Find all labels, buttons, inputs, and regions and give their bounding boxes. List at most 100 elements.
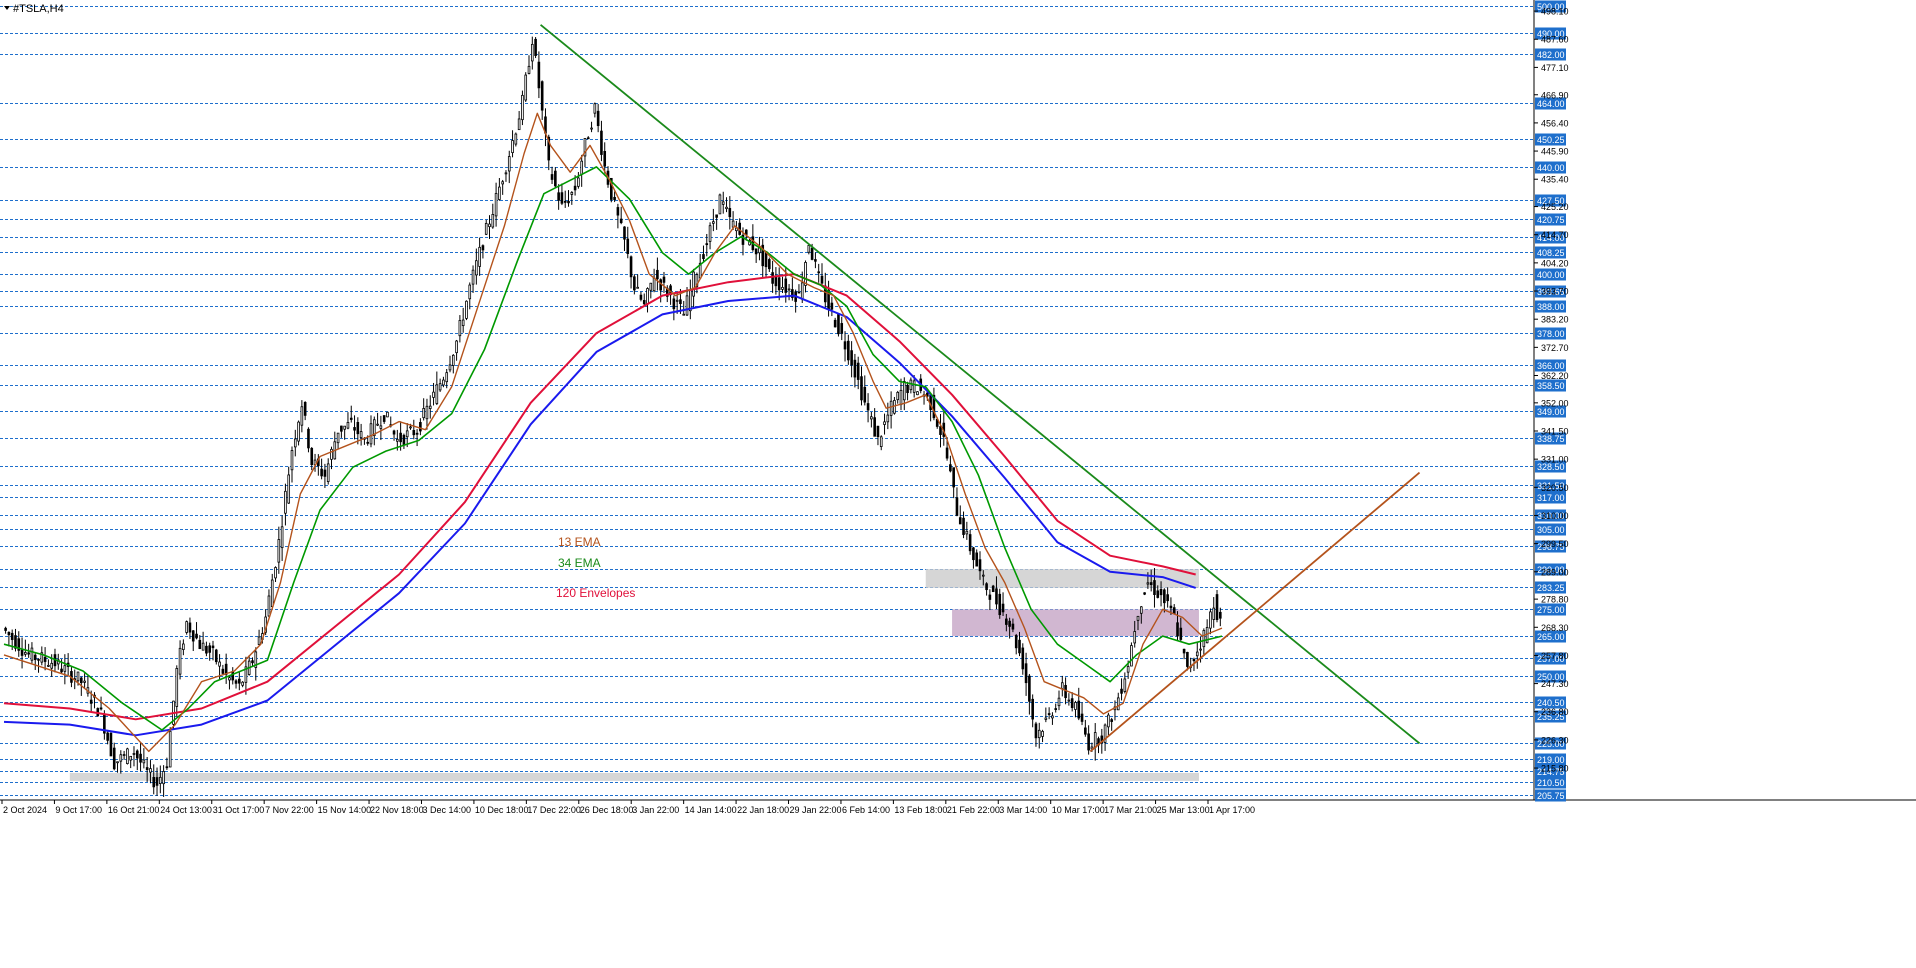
candle-body-348 (1149, 582, 1153, 585)
candle-body-241 (797, 291, 801, 294)
candle-body-56 (188, 622, 192, 633)
candle-body-36 (122, 754, 126, 756)
candle-body-310 (1024, 663, 1028, 684)
candle-body-115 (382, 415, 386, 422)
time-label-12: 3 Jan 22:00 (632, 805, 679, 815)
candle-body-215 (712, 221, 715, 224)
candle-body-246 (814, 259, 817, 262)
candle-body-295 (975, 552, 979, 567)
candle-body-5 (20, 649, 24, 656)
candle-body-293 (968, 534, 972, 552)
candle-body-196 (649, 282, 653, 291)
candle-body-203 (672, 298, 676, 310)
level-label-4: 450.25 (1537, 135, 1565, 145)
price-tick-label-18: 310.00 (1541, 511, 1569, 521)
candle-body-351 (1159, 588, 1163, 596)
price-tick-label-7: 425.20 (1541, 202, 1569, 212)
price-tick-label-2: 477.10 (1541, 63, 1569, 73)
price-chart[interactable]: 13 EMA 34 EMA 120 Envelopes 500.00 490.00… (0, 0, 1916, 963)
candle-body-93 (310, 448, 314, 466)
candle-body-236 (781, 287, 784, 290)
candle-body-364 (1202, 630, 1206, 648)
chart-canvas[interactable]: 13 EMA 34 EMA 120 Envelopes 500.00490.00… (0, 0, 1916, 963)
candle-body-313 (1034, 723, 1038, 739)
candle-body-49 (165, 766, 169, 769)
candle-body-160 (530, 43, 534, 62)
time-label-10: 17 Dec 22:00 (527, 805, 581, 815)
candle-body-63 (211, 645, 215, 649)
level-label-35: 210.50 (1537, 778, 1565, 788)
candle-body-104 (346, 422, 350, 429)
candle-body-327 (1080, 713, 1084, 722)
candle-body-32 (109, 732, 113, 757)
candle-body-343 (1133, 631, 1137, 644)
candle-body-39 (132, 753, 136, 755)
candle-body-206 (682, 313, 686, 316)
candle-body-22 (76, 671, 80, 682)
time-label-20: 10 Mar 17:00 (1052, 805, 1105, 815)
candle-body-157 (521, 94, 524, 121)
candle-body-289 (955, 497, 959, 516)
candle-body-312 (1031, 698, 1034, 720)
candle-body-168 (557, 192, 560, 201)
candle-body-10 (37, 658, 40, 661)
candle-body-33 (112, 747, 116, 770)
candle-body-1 (7, 631, 11, 636)
candle-body-267 (883, 421, 886, 425)
candle-body-44 (149, 768, 152, 773)
candle-body-149 (494, 193, 498, 217)
candle-body-154 (511, 140, 514, 154)
candle-body-14 (50, 662, 53, 669)
candle-body-191 (633, 276, 636, 291)
candle-body-162 (537, 61, 541, 89)
level-label-26: 275.00 (1537, 605, 1565, 615)
symbol-header: #TSLA,H4 (4, 3, 64, 15)
candle-body-187 (619, 218, 623, 224)
candle-body-159 (527, 65, 531, 74)
candle-body-127 (422, 408, 425, 419)
candle-body-97 (323, 469, 327, 477)
level-label-10: 400.00 (1537, 270, 1565, 280)
level-label-7: 420.75 (1537, 215, 1565, 225)
candle-body-178 (590, 127, 593, 130)
candle-body-193 (639, 294, 643, 300)
candle-body-294 (972, 547, 975, 561)
candle-body-317 (1047, 713, 1051, 715)
candle-body-26 (89, 699, 93, 704)
candle-body-296 (978, 559, 982, 572)
price-tick-label-5: 445.90 (1541, 147, 1569, 157)
candle-body-219 (725, 206, 728, 210)
candle-body-273 (902, 381, 906, 401)
candle-body-274 (906, 384, 909, 394)
candle-body-177 (586, 137, 590, 140)
candle-body-129 (428, 405, 432, 409)
candle-body-91 (303, 401, 307, 416)
candle-body-272 (899, 389, 903, 405)
price-tick-label-4: 456.40 (1541, 118, 1569, 128)
candle-body-260 (860, 376, 863, 401)
candle-body-101 (336, 432, 340, 444)
candle-body-119 (396, 438, 399, 442)
candle-body-303 (1001, 603, 1005, 613)
candle-body-238 (787, 288, 791, 291)
candle-body-256 (847, 340, 850, 361)
candle-body-307 (1014, 635, 1018, 649)
price-tick-label-15: 341.50 (1541, 427, 1569, 437)
candle-body-151 (501, 181, 504, 185)
legend-13-ema: 13 EMA (558, 535, 601, 549)
candle-body-299 (988, 594, 992, 600)
candle-body-54 (182, 643, 185, 650)
candle-body-9 (33, 654, 37, 661)
candle-body-90 (300, 406, 304, 426)
candle-body-170 (563, 200, 567, 203)
candle-body-130 (432, 391, 435, 398)
candle-body-349 (1153, 580, 1156, 595)
candle-body-12 (43, 656, 47, 662)
legend-120-envelopes: 120 Envelopes (556, 586, 635, 600)
candle-body-363 (1199, 648, 1202, 651)
price-tick-label-16: 331.00 (1541, 455, 1569, 465)
candle-body-198 (656, 269, 659, 280)
candle-body-180 (596, 110, 600, 127)
candle-body-116 (386, 411, 389, 418)
candle-body-108 (359, 431, 363, 439)
